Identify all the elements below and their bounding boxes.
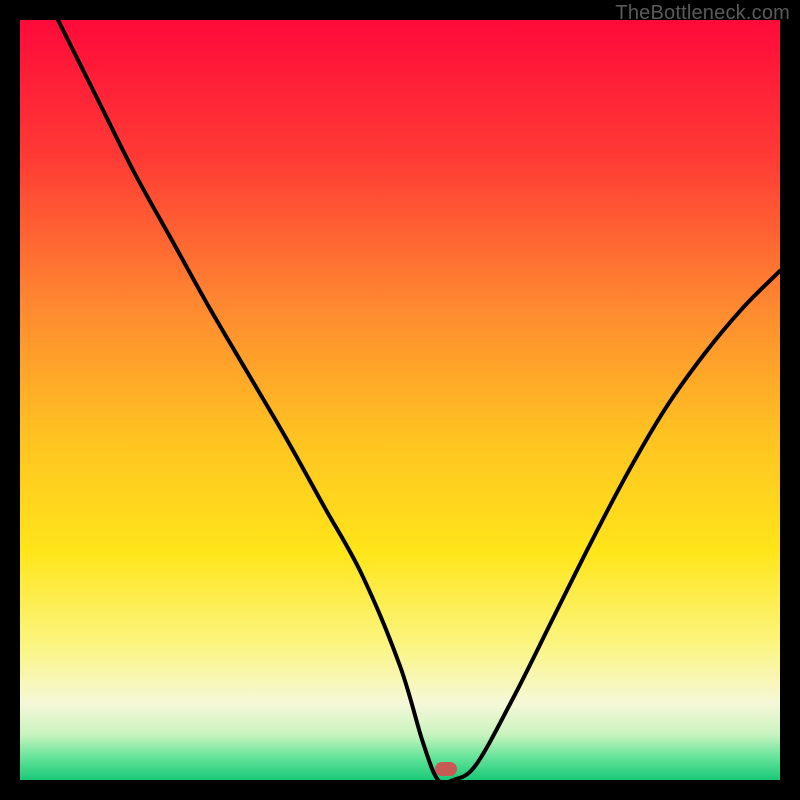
plot-area xyxy=(20,20,780,780)
chart-stage: TheBottleneck.com xyxy=(0,0,800,800)
curve-layer xyxy=(20,20,780,780)
bottleneck-curve xyxy=(58,20,780,780)
optimal-marker xyxy=(435,762,457,776)
watermark-text: TheBottleneck.com xyxy=(615,2,790,25)
